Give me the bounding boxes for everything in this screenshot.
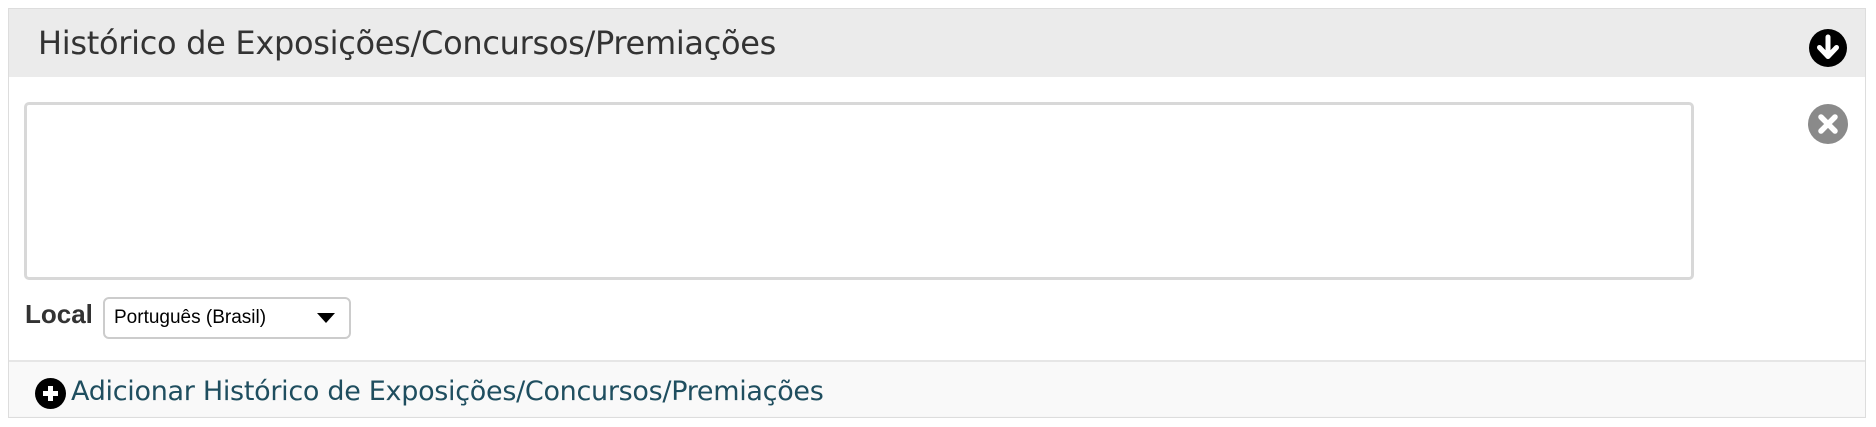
close-circle-icon (1818, 114, 1838, 134)
panel-footer: Adicionar Histórico de Exposições/Concur… (9, 360, 1865, 416)
chevron-down-icon (317, 313, 335, 323)
collapse-button[interactable] (1809, 29, 1847, 67)
remove-entry-button[interactable] (1808, 104, 1848, 144)
history-text-field[interactable] (24, 102, 1694, 280)
add-history-label: Adicionar Histórico de Exposições/Concur… (71, 376, 824, 407)
arrow-down-circle-icon (1817, 34, 1839, 59)
locale-select-value: Português (Brasil) (114, 307, 267, 328)
panel-title: Histórico de Exposições/Concursos/Premia… (38, 24, 777, 62)
locale-label: Local (25, 299, 93, 329)
plus-circle-icon (35, 378, 66, 409)
panel-header: Histórico de Exposições/Concursos/Premia… (9, 9, 1865, 77)
history-panel: Histórico de Exposições/Concursos/Premia… (8, 8, 1866, 418)
panel-body: Local Português (Brasil) (9, 77, 1865, 360)
locale-select[interactable]: Português (Brasil) (103, 297, 351, 339)
